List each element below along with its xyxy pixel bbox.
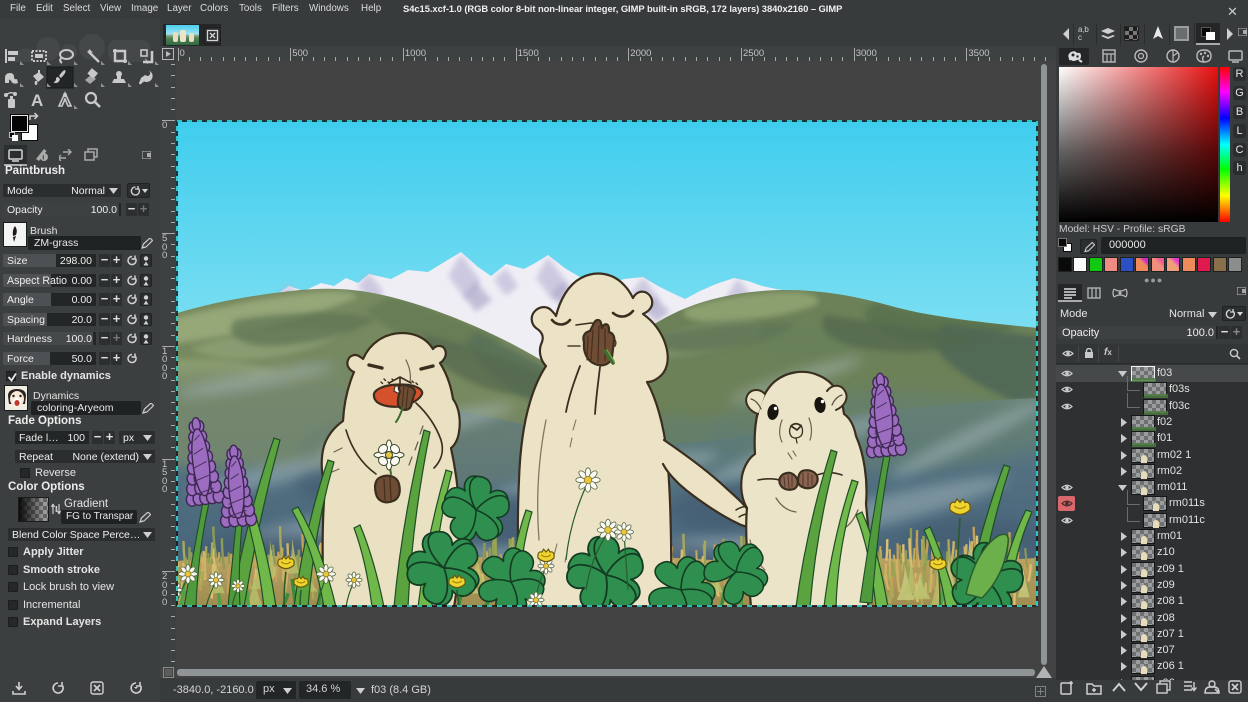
svg-text:i: i <box>42 155 44 162</box>
svg-text:A: A <box>31 91 43 110</box>
